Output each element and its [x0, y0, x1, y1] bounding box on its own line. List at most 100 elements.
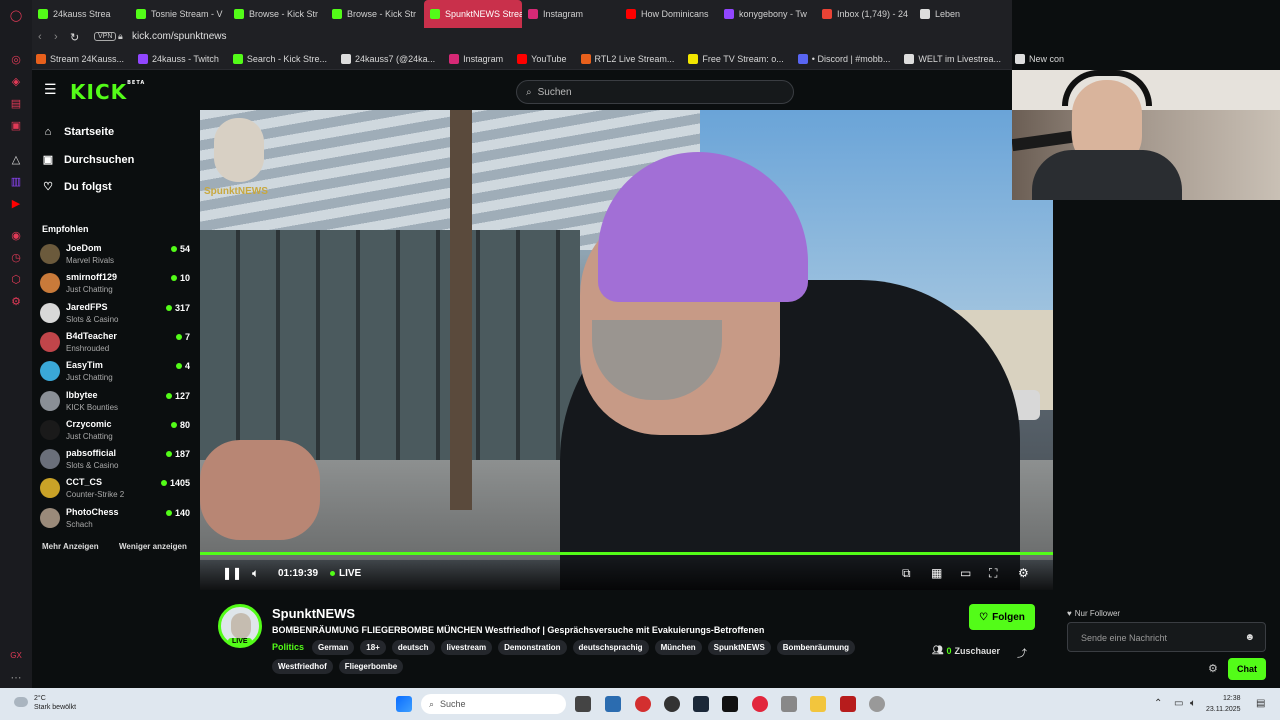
show-less-button[interactable]: Weniger anzeigen	[119, 542, 187, 551]
recommended-channel[interactable]: PhotoChess Schach 140	[40, 505, 190, 533]
channel-name[interactable]: SpunktNEWS	[272, 606, 355, 621]
bookmark-item[interactable]: Search - Kick Stre...	[232, 53, 327, 64]
epic-games-icon[interactable]	[722, 696, 738, 712]
follow-button[interactable]: ♡ Folgen	[969, 604, 1035, 630]
stream-tag[interactable]: deutschsprachig	[572, 640, 649, 655]
reload-icon[interactable]: ↻	[70, 31, 79, 44]
chat-input[interactable]: Sende eine Nachricht ☻	[1067, 622, 1266, 652]
speaker-icon[interactable]: 🔈︎	[1190, 698, 1196, 709]
twitch-icon[interactable]: ▥	[8, 174, 24, 190]
gx-icon[interactable]: GX	[8, 648, 24, 664]
stream-tag[interactable]: Demonstration	[498, 640, 567, 655]
video-player[interactable]: SpunktNEWS ❚❚ 🔈︎ 01:19:39 LIVE ⧉ ▦ ▭ ⛶ ⚙	[200, 110, 1053, 590]
recommended-channel[interactable]: Crzycomic Just Chatting 80	[40, 417, 190, 445]
browser-tab[interactable]: konygebony - Tw	[718, 0, 816, 28]
network-icon[interactable]: ▭	[1174, 698, 1183, 709]
file-explorer-icon[interactable]	[810, 696, 826, 712]
url-field[interactable]: kick.com/spunktnews	[132, 31, 226, 42]
bookmark-item[interactable]: Instagram	[449, 53, 503, 64]
bookmark-item[interactable]: WELT im Livestrea...	[904, 53, 1001, 64]
messenger-icon[interactable]: ◎	[8, 52, 24, 68]
bookmark-item[interactable]: Stream 24Kauss...	[36, 53, 124, 64]
recommended-channel[interactable]: JaredFPS Slots & Casino 317	[40, 300, 190, 328]
stream-tag[interactable]: livestream	[440, 640, 493, 655]
chat-settings-icon[interactable]: ⚙	[1208, 662, 1218, 675]
extensions-icon[interactable]: ⬡	[8, 272, 24, 288]
workspace-icon[interactable]: ▤	[8, 96, 24, 112]
progress-bar[interactable]	[200, 552, 1053, 555]
recommended-channel[interactable]: JoeDom Marvel Rivals 54	[40, 241, 190, 269]
opera-logo-icon[interactable]: ◯	[8, 8, 24, 24]
share-icon[interactable]: ⤴	[1017, 645, 1027, 660]
nav-item[interactable]: ⌂ Startseite	[42, 126, 114, 138]
recommended-channel[interactable]: CCT_CS Counter-Strike 2 1405	[40, 475, 190, 503]
recommended-channel[interactable]: Ibbytee KICK Bounties 127	[40, 388, 190, 416]
recommended-channel[interactable]: smirnoff129 Just Chatting 10	[40, 270, 190, 298]
notification-icon[interactable]: ▤	[1256, 698, 1265, 709]
stream-tag[interactable]: Fliegerbombe	[338, 659, 404, 674]
calculator-icon[interactable]	[605, 696, 621, 712]
picture-in-picture-icon[interactable]: ⧉	[902, 566, 911, 581]
stream-tag[interactable]: Bombenräumung	[776, 640, 856, 655]
show-more-button[interactable]: Mehr Anzeigen	[42, 542, 99, 551]
bookmark-item[interactable]: 24kauss - Twitch	[138, 53, 219, 64]
browser-tab[interactable]: Inbox (1,749) - 24	[816, 0, 914, 28]
recommended-channel[interactable]: pabsofficial Slots & Casino 187	[40, 446, 190, 474]
stream-tag[interactable]: German	[312, 640, 355, 655]
bookmark-item[interactable]: RTL2 Live Stream...	[580, 53, 674, 64]
theater-mode-icon[interactable]: ▭	[960, 566, 971, 580]
browser-tab[interactable]: Browse - Kick Str	[326, 0, 424, 28]
browser-tab[interactable]: SpunktNEWS Stream	[424, 0, 522, 28]
chat-send-button[interactable]: Chat	[1228, 658, 1266, 680]
hamburger-menu-icon[interactable]: ☰	[44, 82, 58, 96]
kick-logo[interactable]: KICKBETA	[70, 80, 145, 104]
settings-gear-icon[interactable]: ⚙	[1018, 566, 1029, 580]
stream-tag[interactable]: 18+	[360, 640, 386, 655]
pause-icon[interactable]: ❚❚	[222, 566, 242, 580]
weather-widget[interactable]: 2°C Stark bewölkt	[14, 694, 76, 712]
instagram-icon[interactable]: ◈	[8, 74, 24, 90]
taskbar-search[interactable]: ⌕ Suche	[421, 694, 566, 714]
nav-item[interactable]: ▣ Durchsuchen	[42, 153, 135, 167]
category-link[interactable]: Politics	[272, 640, 304, 655]
browser-tab[interactable]: 24kauss Strea	[32, 0, 130, 28]
history-icon[interactable]: ◷	[8, 250, 24, 266]
windows-start-icon[interactable]	[396, 696, 412, 712]
forward-icon[interactable]: ›	[54, 31, 58, 43]
fullscreen-icon[interactable]: ⛶	[989, 566, 997, 581]
browser-tab[interactable]: Tosnie Stream - V	[130, 0, 228, 28]
stream-tag[interactable]: München	[654, 640, 702, 655]
stream-tag[interactable]: deutsch	[391, 640, 435, 655]
stream-tag[interactable]: SpunktNEWS	[707, 640, 771, 655]
player-icon[interactable]: ◉	[8, 228, 24, 244]
browser-tab[interactable]: Browse - Kick Str	[228, 0, 326, 28]
mail-icon[interactable]: ▣	[8, 118, 24, 134]
opera-gx-icon[interactable]	[752, 696, 768, 712]
obs-icon[interactable]	[664, 696, 680, 712]
bookmark-item[interactable]: New con	[1015, 53, 1064, 64]
clip-icon[interactable]: ▦	[931, 566, 942, 580]
browser-tab[interactable]: Leben	[914, 0, 1012, 28]
bookmark-item[interactable]: 24kauss7 (@24ka...	[340, 53, 435, 64]
ai-icon[interactable]: △	[8, 152, 24, 168]
task-view-icon[interactable]	[575, 696, 591, 712]
tray-chevron-icon[interactable]: ⌃	[1154, 698, 1162, 709]
settings-app-icon[interactable]	[869, 696, 885, 712]
more-icon[interactable]: ⋯	[8, 670, 24, 686]
recommended-channel[interactable]: EasyTim Just Chatting 4	[40, 358, 190, 386]
volume-icon[interactable]: 🔈︎	[252, 566, 259, 581]
stream-tag[interactable]: Westfriedhof	[272, 659, 333, 674]
settings-icon[interactable]: ⚙	[8, 294, 24, 310]
recommended-channel[interactable]: B4dTeacher Enshrouded 7	[40, 329, 190, 357]
mouse-app-icon[interactable]	[781, 696, 797, 712]
youtube-icon[interactable]: ▶	[8, 196, 24, 212]
browser-tab[interactable]: How Dominicans	[620, 0, 718, 28]
red-app-icon[interactable]	[635, 696, 651, 712]
browser-tab[interactable]: Instagram	[522, 0, 620, 28]
back-icon[interactable]: ‹	[38, 31, 42, 43]
vpn-badge[interactable]: VPN	[94, 32, 117, 41]
bookmark-item[interactable]: YouTube	[517, 53, 567, 64]
steam-icon[interactable]	[693, 696, 709, 712]
voicemod-icon[interactable]	[840, 696, 856, 712]
system-clock[interactable]: 12:38 23.11.2025	[1206, 693, 1241, 715]
